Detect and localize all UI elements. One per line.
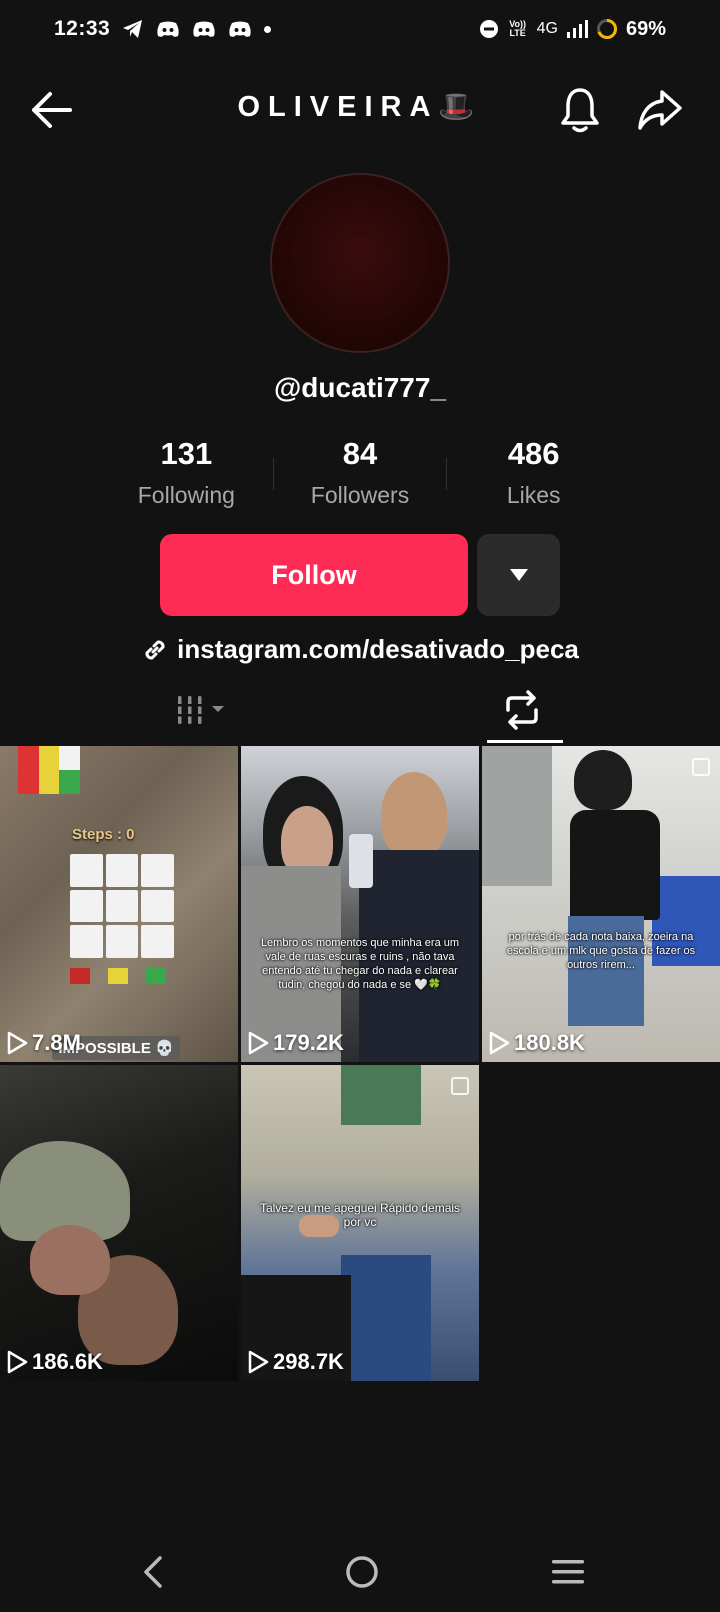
stat-value: 131 [160, 436, 213, 471]
view-count: 180.8K [488, 1030, 585, 1056]
play-icon [7, 1031, 28, 1055]
status-time: 12:33 [54, 17, 111, 40]
video-thumbnail[interactable]: por trás de cada nota baixa, zoeira na e… [482, 746, 720, 1062]
profile-stats: 131 Following 84 Followers 486 Likes [100, 436, 620, 512]
video-thumbnail[interactable]: Talvez eu me apeguei Rápido demais por v… [241, 1065, 479, 1381]
battery-ring-icon [596, 19, 617, 39]
stat-label: Following [137, 482, 235, 508]
video-thumbnail[interactable]: Steps : 0 IMPOSSIBLE 💀 7.8M [0, 746, 238, 1062]
stat-followers[interactable]: 84 Followers [274, 436, 447, 512]
stat-label: Likes [506, 482, 561, 508]
content-tabs [0, 680, 720, 743]
stat-likes: 486 Likes [447, 436, 620, 512]
discord-icon [193, 21, 215, 37]
notification-dot-icon [264, 25, 272, 33]
status-bar: 12:33 Vo)) LTE 4G 69% [0, 0, 720, 58]
video-thumbnail[interactable]: 186.6K [0, 1065, 238, 1381]
multi-image-icon [451, 1077, 469, 1095]
emoji-blocks [18, 746, 80, 794]
play-icon [248, 1350, 269, 1374]
game-steps-text: Steps : 0 [72, 826, 135, 843]
do-not-disturb-icon [479, 20, 498, 38]
avatar[interactable] [270, 173, 450, 353]
network-type: 4G [536, 20, 558, 37]
active-tab-indicator [487, 740, 563, 743]
nav-home-icon[interactable] [344, 1554, 380, 1590]
view-count-text: 179.2K [273, 1030, 344, 1055]
play-icon [248, 1031, 269, 1055]
battery-level: 69% [625, 17, 666, 40]
view-count: 186.6K [6, 1349, 103, 1375]
nav-recents-icon[interactable] [548, 1556, 588, 1588]
game-board [70, 854, 174, 958]
video-caption: por trás de cada nota baixa, zoeira na e… [506, 931, 696, 971]
discord-icon [229, 21, 251, 37]
stat-following[interactable]: 131 Following [100, 436, 273, 512]
discord-icon [157, 21, 179, 37]
share-icon[interactable] [636, 88, 684, 132]
page-title: OLIVEIRA🎩 [237, 91, 483, 123]
nav-back-icon[interactable] [138, 1554, 168, 1590]
view-count-text: 298.7K [273, 1349, 344, 1374]
follow-button[interactable]: Follow [160, 534, 468, 616]
system-nav-bar [0, 1540, 720, 1612]
play-icon [7, 1350, 28, 1374]
signal-icon [566, 20, 588, 38]
view-count-text: 7.8M [32, 1030, 81, 1055]
videos-tab-icon[interactable] [172, 690, 232, 730]
stat-value: 84 [342, 436, 378, 471]
video-caption: Lembro os momentos que minha era um vale… [260, 937, 460, 991]
play-icon [489, 1031, 510, 1055]
bio-link[interactable]: instagram.com/desativado_peca [0, 634, 720, 665]
telegram-icon [123, 20, 143, 38]
bell-icon[interactable] [558, 86, 602, 134]
suggested-accounts-button[interactable] [477, 534, 560, 616]
bio-link-text: instagram.com/desativado_peca [177, 634, 579, 664]
volte-icon: Vo)) LTE [509, 19, 527, 38]
view-count-text: 186.6K [32, 1349, 103, 1374]
view-count: 7.8M [6, 1030, 81, 1056]
video-caption: Talvez eu me apeguei Rápido demais por v… [259, 1201, 461, 1229]
link-icon [145, 640, 165, 659]
multi-image-icon [692, 758, 710, 776]
stat-label: Followers [310, 482, 410, 508]
stat-value: 486 [507, 436, 560, 471]
view-count-text: 180.8K [514, 1030, 585, 1055]
video-thumbnail[interactable]: Lembro os momentos que minha era um vale… [241, 746, 479, 1062]
view-count: 179.2K [247, 1030, 344, 1056]
profile-header: OLIVEIRA🎩 [0, 80, 720, 140]
repost-tab-icon[interactable] [500, 688, 544, 732]
view-count: 298.7K [247, 1349, 344, 1375]
username: @ducati777_ [273, 372, 447, 403]
caret-down-icon [509, 569, 528, 581]
